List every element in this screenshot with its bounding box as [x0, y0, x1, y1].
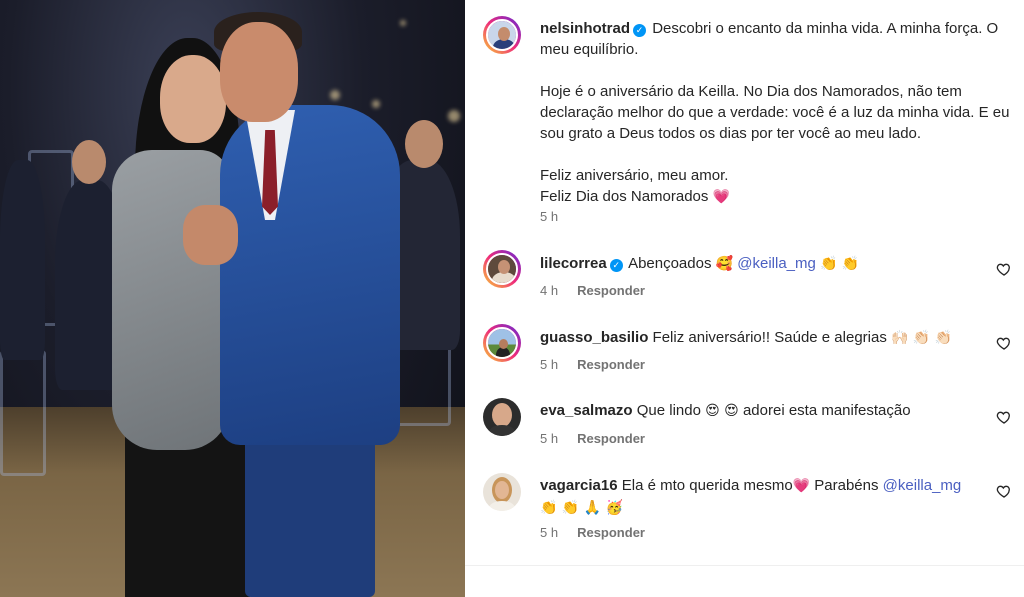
comment-timestamp[interactable]: 5 h: [540, 525, 558, 540]
heart-eyes-emoji: 😍 😍: [705, 403, 739, 419]
commenter-avatar[interactable]: [483, 324, 521, 362]
background-guest-head: [72, 140, 106, 184]
post-caption: nelsinhotrad ✓ Descobri o encanto da minh…: [540, 18, 1010, 208]
commenter-avatar[interactable]: [483, 473, 521, 511]
comment: vagarcia16 Ela é mto querida mesmo💗 Para…: [540, 475, 980, 519]
man-jacket: [220, 105, 400, 445]
caption-line: Feliz Dia dos Namorados: [540, 188, 709, 205]
like-heart-icon[interactable]: [996, 335, 1012, 351]
comment-text: adorei esta manifestação: [742, 402, 911, 419]
like-heart-icon[interactable]: [996, 261, 1012, 277]
bokeh-light: [448, 110, 460, 122]
comment-meta: 4 h Responder: [540, 283, 645, 298]
author-avatar[interactable]: [483, 16, 521, 54]
man-face: [220, 22, 298, 122]
bokeh-light: [400, 20, 406, 26]
post-timestamp[interactable]: 5 h: [540, 209, 558, 224]
pink-heart-emoji: 💗: [712, 189, 731, 205]
comment: lilecorrea ✓ Abençoados 🥰 @keilla_mg 👏 👏: [540, 253, 980, 275]
comment-timestamp[interactable]: 5 h: [540, 357, 558, 372]
commenter-username[interactable]: guasso_basilio: [540, 329, 648, 346]
comment-timestamp[interactable]: 4 h: [540, 283, 558, 298]
comment-text: Que lindo: [636, 402, 701, 419]
reply-button[interactable]: Responder: [577, 283, 645, 298]
comment-text: Abençoados: [628, 255, 712, 272]
verified-badge-icon: ✓: [633, 24, 647, 37]
commenter-username[interactable]: eva_salmazo: [540, 402, 633, 419]
comment-meta: 5 h Responder: [540, 525, 645, 540]
comment: eva_salmazo Que lindo 😍 😍 adorei esta ma…: [540, 400, 980, 422]
reply-button[interactable]: Responder: [577, 357, 645, 372]
comment: guasso_basilio Feliz aniversário!! Saúde…: [540, 327, 980, 349]
background-chair: [0, 350, 46, 476]
commenter-username[interactable]: lilecorrea: [540, 255, 607, 272]
pink-heart-emoji: 💗: [792, 478, 811, 494]
background-guest-head: [405, 120, 443, 168]
like-heart-icon[interactable]: [996, 483, 1012, 499]
like-heart-icon[interactable]: [996, 409, 1012, 425]
verified-badge-icon: ✓: [609, 259, 623, 272]
comment-text: Ela é mto querida mesmo: [621, 477, 793, 494]
reply-button[interactable]: Responder: [577, 431, 645, 446]
post-photo[interactable]: [0, 0, 465, 597]
mention-link[interactable]: @keilla_mg: [883, 477, 962, 494]
background-guest: [0, 160, 45, 360]
comment-timestamp[interactable]: 5 h: [540, 431, 558, 446]
clapping-hands-emoji: 👏 👏: [820, 256, 860, 272]
caption-line: Feliz aniversário, meu amor.: [540, 167, 729, 184]
hands-emoji: 🙌🏻 👏🏻 👏🏻: [891, 330, 953, 346]
comment-text: Feliz aniversário!! Saúde e alegrias: [652, 329, 887, 346]
reply-button[interactable]: Responder: [577, 525, 645, 540]
clapping-hands-emoji: 👏 👏 🙏 🥳: [540, 500, 624, 516]
joined-hands: [183, 205, 238, 265]
commenter-avatar[interactable]: [483, 250, 521, 288]
divider: [465, 565, 1024, 566]
man-pants: [245, 420, 375, 597]
comment-text: Parabéns: [814, 477, 879, 494]
commenter-avatar[interactable]: [483, 398, 521, 436]
smiling-face-emoji: 🥰: [715, 256, 734, 272]
comment-meta: 5 h Responder: [540, 357, 645, 372]
bokeh-light: [330, 90, 340, 100]
bokeh-light: [372, 100, 380, 108]
woman-shawl: [112, 150, 230, 450]
comment-meta: 5 h Responder: [540, 431, 645, 446]
commenter-username[interactable]: vagarcia16: [540, 477, 618, 494]
author-username[interactable]: nelsinhotrad: [540, 20, 630, 37]
woman-face: [160, 55, 226, 143]
caption-line: Hoje é o aniversário da Keilla. No Dia d…: [540, 83, 1010, 142]
mention-link[interactable]: @keilla_mg: [737, 255, 816, 272]
